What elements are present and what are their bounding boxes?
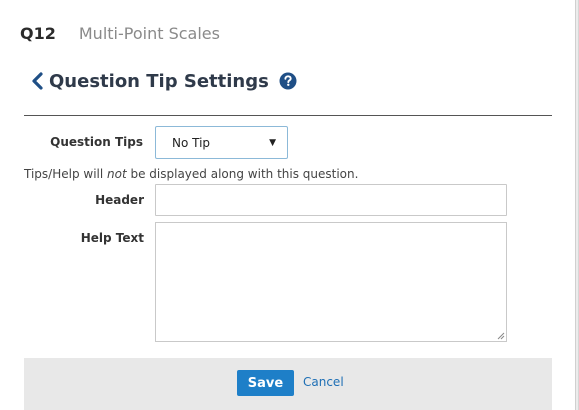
scrollbar[interactable] — [575, 0, 578, 410]
header-label: Header — [95, 193, 144, 207]
back-button[interactable] — [31, 70, 45, 92]
cancel-link[interactable]: Cancel — [303, 375, 344, 389]
help-text-label: Help Text — [80, 231, 144, 245]
page-title: Question Tip Settings — [49, 70, 269, 92]
question-tips-label: Question Tips — [50, 135, 143, 149]
chevron-left-icon — [32, 72, 43, 90]
help-button[interactable] — [279, 72, 297, 90]
dialog-footer: Save Cancel — [24, 358, 552, 410]
caret-down-icon: ▼ — [269, 138, 276, 148]
divider — [24, 115, 552, 116]
question-tip-settings-panel: Q12 Multi-Point Scales Question Tip Sett… — [0, 0, 579, 410]
question-header: Q12 Multi-Point Scales — [20, 24, 220, 46]
tips-note-emphasis: not — [107, 167, 127, 181]
question-tips-value: No Tip — [172, 135, 211, 150]
tips-note-suffix: be displayed along with this question. — [126, 167, 359, 181]
help-text-input[interactable] — [155, 222, 507, 342]
resize-grip-icon[interactable] — [495, 330, 505, 340]
settings-title-row: Question Tip Settings — [31, 68, 297, 94]
header-input[interactable] — [155, 184, 507, 216]
question-number: Q12 — [20, 24, 56, 43]
question-circle-icon — [279, 72, 297, 90]
save-button[interactable]: Save — [237, 370, 294, 396]
question-tips-select[interactable]: No Tip ▼ — [155, 126, 288, 159]
tips-note-prefix: Tips/Help will — [24, 167, 108, 181]
question-type: Multi-Point Scales — [78, 24, 220, 43]
tips-note: Tips/Help will not be displayed along wi… — [24, 167, 358, 181]
